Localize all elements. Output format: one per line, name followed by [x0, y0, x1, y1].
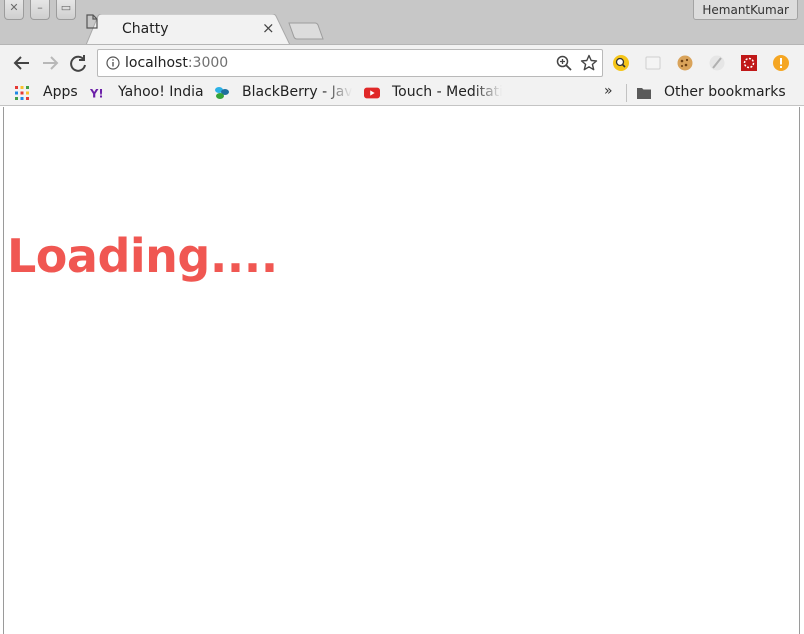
url-text[interactable]: localhost:3000	[125, 55, 228, 71]
url-port: :3000	[187, 55, 229, 71]
search-extension-icon[interactable]	[612, 54, 630, 72]
address-bar[interactable]: localhost:3000	[97, 49, 603, 77]
red-extension-icon[interactable]	[740, 54, 758, 72]
tab-close-icon[interactable]: ×	[262, 19, 275, 37]
bookmarks-separator	[626, 84, 627, 102]
bookmark-yahoo-label: Yahoo! India	[118, 84, 204, 100]
bookmark-apps[interactable]: Apps	[6, 82, 86, 104]
new-tab-button[interactable]	[287, 22, 325, 40]
bookmark-apps-label: Apps	[43, 84, 78, 100]
tab-title: Chatty	[122, 21, 169, 37]
url-host: localhost	[125, 55, 188, 71]
browser-toolbar: localhost:3000	[0, 44, 804, 80]
bookmark-touch-label: Touch - Meditati	[392, 84, 502, 100]
reload-icon[interactable]	[66, 51, 90, 75]
info-icon[interactable]	[106, 56, 120, 70]
yahoo-icon: Y!	[90, 86, 104, 100]
warning-extension-icon[interactable]	[772, 54, 790, 72]
bookmark-other[interactable]: Other bookmarks	[628, 82, 798, 104]
tab-strip: ✕ – ▭ HemantKumar Chatty ×	[0, 0, 804, 45]
page-viewport: Loading....	[3, 107, 800, 634]
window-minimize-icon[interactable]: –	[30, 0, 50, 20]
window-maximize-icon[interactable]: ▭	[56, 0, 76, 20]
folder-icon	[637, 88, 651, 99]
apps-grid-icon	[15, 86, 29, 100]
window-close-icon[interactable]: ✕	[4, 0, 24, 20]
loading-text: Loading....	[7, 229, 278, 283]
back-arrow-icon[interactable]	[10, 51, 34, 75]
bookmark-yahoo[interactable]: Y! Yahoo! India	[82, 82, 210, 104]
bookmark-blackberry-label: BlackBerry - Jav	[242, 84, 352, 100]
bookmark-blackberry[interactable]: BlackBerry - Jav	[206, 82, 352, 104]
svg-text:Y!: Y!	[90, 86, 104, 100]
bookmarks-overflow-button[interactable]: »	[604, 83, 613, 99]
star-icon[interactable]	[580, 54, 598, 72]
browser-window: ✕ – ▭ HemantKumar Chatty × localhost:300…	[0, 0, 804, 634]
blackberry-icon	[215, 87, 229, 99]
zoom-icon[interactable]	[556, 55, 572, 71]
bookmarks-bar: Apps Y! Yahoo! India BlackBerry - Jav To…	[0, 80, 804, 106]
bookmark-other-label: Other bookmarks	[664, 84, 786, 100]
cookie-extension-icon[interactable]	[676, 54, 694, 72]
forward-arrow-icon[interactable]	[38, 51, 62, 75]
profile-button[interactable]: HemantKumar	[693, 0, 798, 20]
youtube-icon	[364, 87, 380, 99]
bookmark-touch[interactable]: Touch - Meditati	[356, 82, 502, 104]
blank-extension-icon[interactable]	[644, 54, 662, 72]
tab-chatty[interactable]: Chatty ×	[86, 14, 290, 45]
feather-extension-icon[interactable]	[708, 54, 726, 72]
document-icon	[86, 14, 98, 29]
